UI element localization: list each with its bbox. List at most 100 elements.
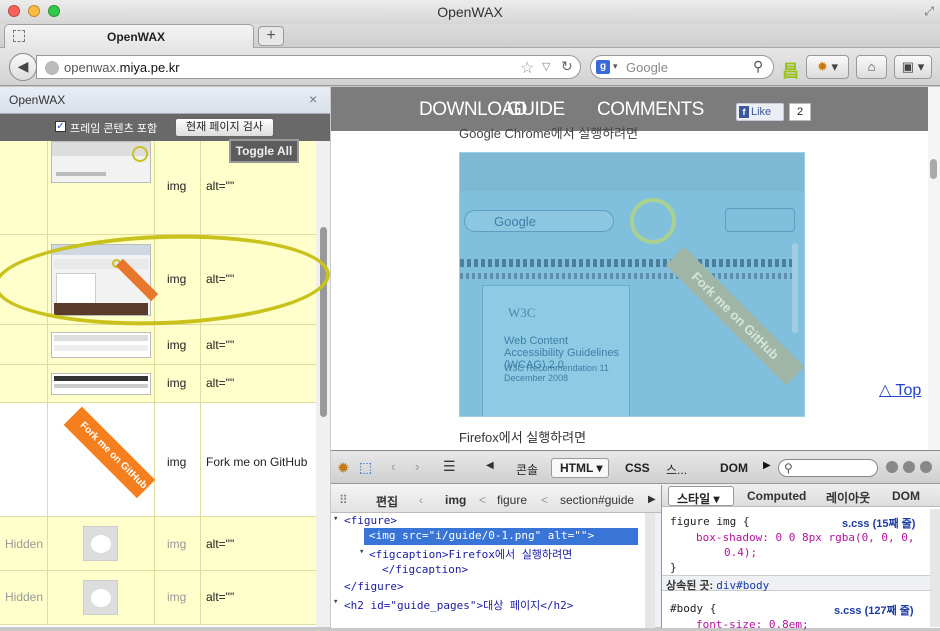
toggle-all-button[interactable]: Toggle All: [229, 139, 299, 163]
frame-content-checkbox[interactable]: ✓: [55, 121, 66, 132]
tab-computed[interactable]: Computed: [747, 489, 806, 503]
close-panel-icon[interactable]: [920, 461, 932, 473]
panel-menu-icon[interactable]: ☰: [443, 458, 456, 475]
bookmark-star-icon[interactable]: ☆: [520, 58, 534, 78]
shot-search-text: Google: [494, 214, 536, 229]
collapse-icon[interactable]: ▾: [333, 514, 338, 524]
css-declaration[interactable]: font-size: 0.8em;: [696, 618, 809, 631]
scroll-right-icon[interactable]: ▶: [763, 460, 771, 471]
firebug-icon: ✹: [816, 59, 828, 74]
row-alt: Fork me on GitHub: [206, 455, 308, 469]
page-scroll-thumb[interactable]: [930, 159, 937, 179]
css-rule-selector[interactable]: figure img {: [670, 515, 749, 528]
sidebar-scroll-thumb[interactable]: [320, 227, 327, 417]
back-arrow-icon: ◀: [17, 58, 29, 74]
style-scrollbar[interactable]: [930, 509, 940, 627]
collapse-icon[interactable]: ▾: [359, 547, 364, 557]
openwax-sidebar: OpenWAX × ✓ 프레임 콘텐츠 포함 현재 페이지 검사 img alt…: [0, 87, 330, 627]
tab-dom[interactable]: DOM: [720, 461, 748, 475]
scroll-left-icon[interactable]: ◀: [486, 460, 494, 471]
firebug-search-input[interactable]: ⚲: [778, 459, 878, 477]
css-declaration[interactable]: box-shadow: 0 0 8px rgba(0, 0, 0,: [696, 531, 915, 544]
code-line[interactable]: </figcaption>: [382, 563, 468, 576]
sidebar-close-icon[interactable]: ×: [309, 91, 317, 107]
expand-icon[interactable]: ⠿: [339, 493, 348, 507]
magnifier-icon[interactable]: ⚲: [753, 58, 763, 75]
css-rule-close: }: [670, 561, 677, 574]
breadcrumb: ⠿ 편집 ‹ img < figure < section#guide ▶: [331, 485, 661, 513]
inspect-icon[interactable]: ⬚: [359, 459, 372, 476]
detach-panel-icon[interactable]: [903, 461, 915, 473]
web-page: DOWNLOAD GUIDE COMMENTS f Like 2 Google …: [331, 87, 940, 450]
breadcrumb-section[interactable]: section#guide: [560, 493, 634, 507]
tab-console[interactable]: 콘솔: [516, 461, 538, 478]
tab-css[interactable]: CSS: [625, 461, 650, 475]
tab-side-dom[interactable]: DOM: [892, 489, 920, 503]
html-tree-scrollbar[interactable]: [645, 513, 655, 628]
collapse-icon[interactable]: ▾: [333, 597, 338, 607]
edit-button[interactable]: 편집: [376, 493, 398, 510]
tab-html[interactable]: HTML ▾: [551, 458, 609, 478]
chrome-caption: Google Chrome에서 실행하려면: [459, 126, 639, 141]
firebug-button[interactable]: ✹ ▾: [806, 55, 849, 79]
tab-layout[interactable]: 레이아웃: [826, 489, 870, 506]
nav-guide[interactable]: GUIDE: [507, 99, 565, 121]
back-button[interactable]: ◀: [9, 53, 37, 81]
firefox-caption: Firefox에서 실행하려면: [459, 430, 587, 445]
firebug-bug-icon[interactable]: ✹: [337, 459, 350, 477]
image-thumbnail: [51, 373, 151, 395]
frame-content-label: 프레임 콘텐츠 포함: [70, 123, 158, 135]
search-box[interactable]: g ▾ Google ⚲: [590, 55, 774, 79]
globe-icon: [45, 61, 59, 75]
breadcrumb-img[interactable]: img: [445, 493, 466, 507]
bookmarks-button[interactable]: ▣ ▾: [894, 55, 932, 79]
row-alt: alt="": [206, 338, 235, 352]
window-title: OpenWAX: [437, 4, 503, 20]
fullscreen-icon[interactable]: ⤢: [924, 4, 934, 19]
scan-page-button[interactable]: 현재 페이지 검사: [175, 118, 274, 137]
back-to-top-link[interactable]: △ Top: [879, 380, 921, 400]
nav-back-icon[interactable]: ‹: [391, 459, 395, 474]
row-alt: alt="": [206, 376, 235, 390]
table-row[interactable]: Hidden img alt="": [0, 571, 316, 625]
history-dropdown-icon[interactable]: ▽: [542, 60, 550, 73]
facebook-like-button[interactable]: f Like: [736, 103, 784, 121]
table-row[interactable]: Fork me on GitHub img Fork me on GitHub: [0, 403, 316, 517]
shot-doc-sub: W3C Recommendation 11 December 2008: [504, 363, 609, 383]
url-bar[interactable]: openwax.miya.pe.kr ☆ ▽ ↻: [36, 55, 581, 79]
row-alt: alt="": [206, 590, 235, 604]
window-titlebar: OpenWAX ⤢: [0, 0, 940, 24]
nav-comments[interactable]: COMMENTS: [597, 99, 704, 121]
inherited-header: 상속된 곳: div#body: [662, 575, 932, 592]
openwax-addon-icon[interactable]: 昌: [782, 57, 799, 82]
sidebar-header: OpenWAX ×: [0, 87, 330, 114]
code-line-selected[interactable]: <img src="i/guide/0-1.png" alt="">: [369, 529, 594, 542]
reload-icon[interactable]: ↻: [561, 58, 573, 75]
code-line[interactable]: <h2 id="guide_pages">대상 페이지</h2>: [344, 597, 573, 613]
tab-style[interactable]: 스타일 ▾: [668, 486, 734, 506]
breadcrumb-figure[interactable]: figure: [497, 493, 527, 507]
nav-forward-icon[interactable]: ›: [415, 459, 419, 474]
google-icon: g: [596, 60, 610, 74]
tab-script[interactable]: 스...: [666, 461, 687, 478]
avatar-placeholder-icon: [83, 526, 118, 561]
css-rule-source[interactable]: s.css (127째 줄): [834, 602, 914, 618]
css-rule-selector[interactable]: #body {: [670, 602, 716, 615]
engine-dropdown-icon[interactable]: ▾: [613, 61, 618, 72]
code-line[interactable]: <figcaption>Firefox에서 실행하려면: [369, 546, 572, 562]
breadcrumb-more-icon[interactable]: ▶: [648, 494, 656, 505]
css-rule-source[interactable]: s.css (15째 줄): [842, 515, 915, 531]
row-type: img: [167, 590, 187, 604]
minimize-panel-icon[interactable]: [886, 461, 898, 473]
inherited-from-link[interactable]: div#body: [716, 579, 769, 592]
facebook-icon: f: [739, 106, 749, 118]
table-row[interactable]: Hidden img alt="": [0, 517, 316, 571]
home-button[interactable]: ⌂: [856, 55, 887, 79]
code-line[interactable]: <figure>: [344, 514, 397, 527]
tab-openwax[interactable]: OpenWAX: [4, 24, 254, 48]
table-row[interactable]: img alt="": [0, 325, 316, 365]
new-tab-button[interactable]: +: [258, 26, 284, 46]
page-scrollbar[interactable]: [928, 87, 940, 450]
code-line[interactable]: </figure>: [344, 580, 404, 593]
table-row[interactable]: img alt="": [0, 365, 316, 403]
